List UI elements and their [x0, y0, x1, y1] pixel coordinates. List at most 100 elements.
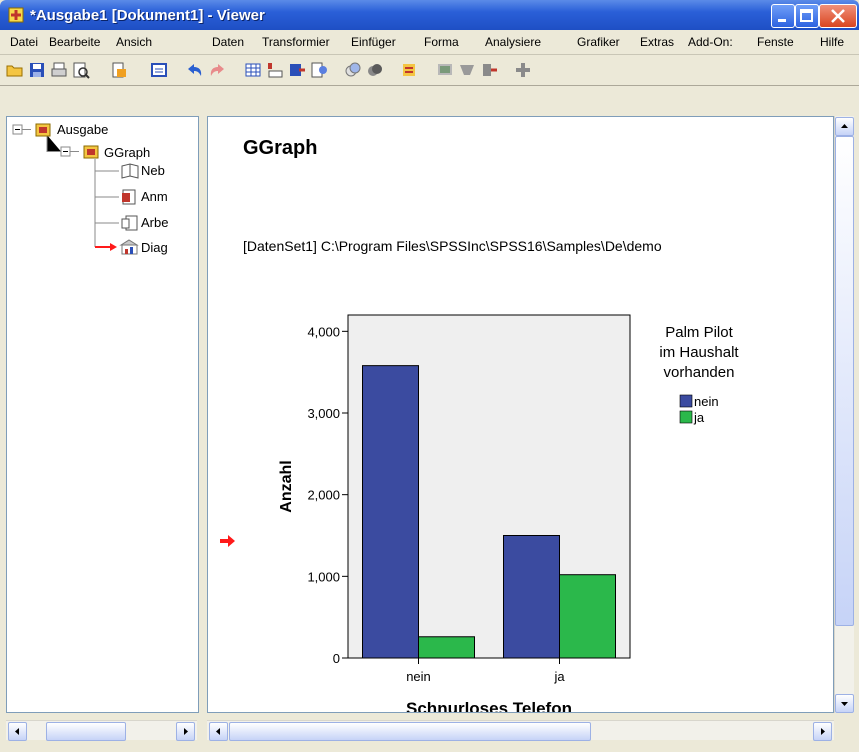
menu-grafiken[interactable]: Grafiker — [577, 35, 620, 49]
tree-scroll-thumb[interactable] — [46, 722, 126, 741]
bar-ja-nein — [503, 535, 560, 659]
menu-analysieren[interactable]: Analysiere — [485, 35, 541, 49]
y-axis-label: Anzahl — [278, 460, 295, 512]
tree-item-notes[interactable]: Neb — [141, 163, 165, 178]
content-vertical-scrollbar[interactable] — [834, 116, 854, 713]
variables-icon[interactable] — [310, 61, 328, 79]
undo-icon[interactable] — [186, 61, 204, 79]
bar-nein-nein — [362, 365, 419, 659]
menu-einfuegen[interactable]: Einfüger — [351, 35, 396, 49]
data-editor-icon[interactable] — [244, 61, 262, 79]
menu-transformieren[interactable]: Transformier — [262, 35, 330, 49]
content-scroll-right-button[interactable] — [813, 722, 832, 741]
tree-scroll-left-button[interactable] — [8, 722, 27, 741]
outline-pane[interactable]: Ausgabe GGraph Neb Anm Arbe Diag — [6, 116, 199, 713]
print-icon[interactable] — [50, 61, 68, 79]
tree-item-dataset[interactable]: Arbe — [141, 215, 168, 230]
menu-ansicht[interactable]: Ansich — [116, 35, 152, 49]
content-scroll-thumb[interactable] — [229, 722, 591, 741]
menu-format[interactable]: Forma — [424, 35, 459, 49]
arrow-up-icon — [841, 124, 848, 128]
goto-case-icon[interactable] — [288, 61, 306, 79]
notes-book-icon — [121, 163, 139, 179]
minimize-icon — [778, 19, 786, 22]
arrow-left-icon — [15, 728, 19, 735]
goto-data-icon[interactable] — [266, 61, 284, 79]
output-folder-icon — [35, 123, 51, 137]
menu-daten[interactable]: Daten — [212, 35, 244, 49]
scroll-thumb[interactable] — [835, 136, 854, 626]
bar-ja-ja — [559, 574, 616, 659]
dataset-path-line: [DatenSet1] C:\Program Files\SPSSInc\SPS… — [243, 238, 662, 254]
y-tick-label: 3,000 — [307, 406, 340, 421]
tree-item-ausgabe[interactable]: Ausgabe — [57, 122, 108, 137]
show-icon[interactable] — [366, 61, 384, 79]
menu-add-ons[interactable]: Add-On: — [688, 35, 733, 49]
y-tick-label: 4,000 — [307, 324, 340, 339]
legend-title-line: im Haushalt — [659, 344, 739, 361]
output-heading: GGraph — [243, 137, 318, 159]
menu-bar: Datei Bearbeite Ansich Daten Transformie… — [0, 30, 859, 55]
active-dataset-icon — [121, 215, 138, 231]
x-tick-label: nein — [406, 669, 431, 684]
bar-chart[interactable]: 01,0002,0003,0004,000 nein ja Anzahl Schn… — [208, 297, 833, 712]
save-icon[interactable] — [28, 61, 46, 79]
spss-viewer-icon — [8, 7, 24, 23]
y-axis: 0 1,000 2,000 3,000 4,000 — [307, 324, 348, 666]
arrow-right-icon — [821, 728, 825, 735]
legend-title-line: Palm Pilot — [665, 324, 733, 341]
output-content-pane[interactable]: GGraph [DatenSet1] C:\Program Files\SPSS… — [207, 116, 834, 713]
bar-nein-ja — [418, 636, 475, 659]
tree-horizontal-scrollbar[interactable] — [6, 720, 197, 741]
menu-fenster[interactable]: Fenste — [757, 35, 794, 49]
scroll-up-button[interactable] — [835, 117, 854, 136]
toolbar — [0, 55, 859, 86]
content-scroll-left-button[interactable] — [209, 722, 228, 741]
promote-icon[interactable] — [514, 61, 532, 79]
menu-extras[interactable]: Extras — [640, 35, 674, 49]
legend-swatch-ja — [679, 410, 693, 424]
x-axis-label: Schnurloses Telefon — [406, 699, 572, 712]
select-icon[interactable] — [344, 61, 362, 79]
content-horizontal-scrollbar[interactable] — [207, 720, 834, 741]
window-title: *Ausgabe1 [Dokument1] - Viewer — [30, 7, 265, 24]
tree-item-ggraph[interactable]: GGraph — [104, 145, 150, 160]
scroll-down-button[interactable] — [835, 694, 854, 713]
tree-scroll-right-button[interactable] — [176, 722, 195, 741]
x-tick-label: ja — [553, 669, 565, 684]
insert-heading-icon[interactable] — [400, 61, 418, 79]
legend: Palm Pilot im Haushalt vorhanden neinja — [659, 324, 739, 425]
arrow-down-icon — [841, 702, 848, 706]
demote-icon[interactable] — [480, 61, 498, 79]
insert-title-icon[interactable] — [458, 61, 476, 79]
redo-icon[interactable] — [208, 61, 226, 79]
y-tick-label: 2,000 — [307, 488, 340, 503]
menu-datei[interactable]: Datei — [10, 35, 38, 49]
menu-hilfe[interactable]: Hilfe — [820, 35, 844, 49]
y-tick-label: 0 — [333, 651, 340, 666]
close-button[interactable] — [819, 4, 857, 28]
tree-lines — [12, 124, 119, 251]
arrow-left-icon — [216, 728, 220, 735]
minimize-button[interactable] — [771, 4, 795, 28]
open-folder-icon[interactable] — [6, 61, 24, 79]
maximize-button[interactable] — [795, 4, 819, 28]
tree-item-log[interactable]: Anm — [141, 189, 168, 204]
chart-icon — [119, 239, 139, 255]
legend-label-ja: ja — [693, 410, 705, 425]
export-icon[interactable] — [110, 61, 128, 79]
title-bar[interactable]: *Ausgabe1 [Dokument1] - Viewer — [0, 0, 859, 30]
menu-bearbeiten[interactable]: Bearbeite — [49, 35, 100, 49]
y-tick-label: 1,000 — [307, 569, 340, 584]
insert-text-icon[interactable] — [436, 61, 454, 79]
insert-output-icon[interactable] — [150, 61, 168, 79]
log-document-icon — [122, 189, 136, 205]
legend-swatch-nein — [679, 394, 693, 408]
legend-label-nein: nein — [694, 394, 719, 409]
print-preview-icon[interactable] — [72, 61, 90, 79]
maximize-icon — [800, 9, 813, 22]
arrow-right-icon — [184, 728, 188, 735]
tree-item-chart[interactable]: Diag — [141, 240, 168, 255]
ggraph-folder-icon — [83, 145, 99, 159]
x-axis: nein ja — [406, 658, 565, 684]
